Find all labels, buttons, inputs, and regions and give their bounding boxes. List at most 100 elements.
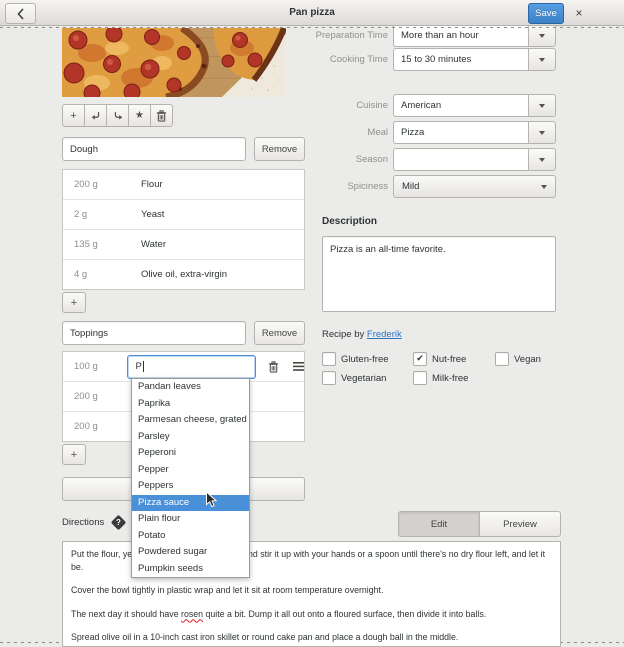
close-button[interactable]: × xyxy=(569,3,589,22)
autocomplete-item[interactable]: Peppers xyxy=(132,478,249,495)
ingredient-name: Water xyxy=(141,239,166,250)
rotate-right-button[interactable] xyxy=(107,104,129,127)
autocomplete-item[interactable]: Peperoni xyxy=(132,445,249,462)
edit-tab[interactable]: Edit xyxy=(398,511,480,537)
autocomplete-item[interactable]: Parsley xyxy=(132,429,249,446)
chevron-down-icon[interactable] xyxy=(528,94,556,117)
autocomplete-item[interactable]: Powdered sugar xyxy=(132,544,249,561)
ingredient-name: Flour xyxy=(141,179,163,190)
spiciness-combo[interactable]: Mild xyxy=(393,175,556,198)
combo-value: Pizza xyxy=(393,121,528,144)
ingredient-amount: 200 g xyxy=(63,179,131,190)
diet-checkbox-milk-free[interactable]: Milk-free xyxy=(413,371,468,385)
directions-paragraph: Cover the bowl tightly in plastic wrap a… xyxy=(71,584,552,597)
checkbox-box xyxy=(322,371,336,385)
recipe-photo[interactable] xyxy=(62,28,286,97)
directions-paragraph: The next day it should have rosen quite … xyxy=(71,608,552,621)
author-link[interactable]: Frederik xyxy=(367,329,402,340)
autocomplete-item[interactable]: Potato xyxy=(132,528,249,545)
dough-ingredients-list: 200 g Flour 2 g Yeast 135 g Water 4 g Ol… xyxy=(62,169,305,290)
dough-remove-button[interactable]: Remove xyxy=(254,137,305,161)
save-button[interactable]: Save xyxy=(528,3,564,24)
chevron-down-icon[interactable] xyxy=(528,148,556,171)
checkbox-box xyxy=(413,371,427,385)
autocomplete-item[interactable]: Pandan leaves xyxy=(132,379,249,396)
diet-checkbox-gluten-free[interactable]: Gluten-free xyxy=(322,352,389,366)
diet-checkbox-vegan[interactable]: Vegan xyxy=(495,352,541,366)
autocomplete-item[interactable]: Pepper xyxy=(132,462,249,479)
image-toolbar: + ★ xyxy=(62,104,173,127)
misspelled-word: rosen xyxy=(181,609,203,619)
ingredient-amount: 100 g xyxy=(63,361,127,372)
field-label: Season xyxy=(300,148,388,171)
combo-value xyxy=(393,148,528,171)
field-label: Spiciness xyxy=(300,175,388,198)
field-label: Cuisine xyxy=(300,94,388,117)
chevron-down-icon[interactable] xyxy=(528,121,556,144)
dough-title-input[interactable]: Dough xyxy=(62,137,246,161)
ingredient-amount: 2 g xyxy=(63,209,131,220)
checkbox-label: Vegetarian xyxy=(341,373,386,384)
field-label: Meal xyxy=(300,121,388,144)
chevron-left-icon xyxy=(16,7,26,21)
description-text: Pizza is an all-time favorite. xyxy=(330,244,446,255)
directions-paragraph: Spread olive oil in a 10-inch cast iron … xyxy=(71,631,552,644)
headerbar: Pan pizza Save × xyxy=(0,0,624,26)
description-textarea[interactable]: Pizza is an all-time favorite. xyxy=(322,236,556,312)
attribution-prefix: Recipe by xyxy=(322,329,367,340)
ingredient-amount: 4 g xyxy=(63,269,131,280)
ingredient-row[interactable]: 4 g Olive oil, extra-virgin xyxy=(63,259,304,289)
checkmark-icon: ✔ xyxy=(416,353,424,364)
ingredient-row-editing[interactable]: 100 g P xyxy=(63,352,304,381)
ingredient-row[interactable]: 135 g Water xyxy=(63,229,304,259)
meal-combo[interactable]: Pizza xyxy=(393,121,556,144)
attribution: Recipe by Frederik xyxy=(322,329,402,340)
toppings-title-input[interactable]: Toppings xyxy=(62,321,246,345)
autocomplete-item[interactable]: Pumpkin seeds xyxy=(132,561,249,578)
add-image-button[interactable]: + xyxy=(62,104,85,127)
description-label: Description xyxy=(322,216,377,227)
ingredient-name-input[interactable]: P xyxy=(127,355,256,379)
mouse-cursor xyxy=(205,491,218,509)
plus-icon: + xyxy=(71,449,77,461)
toppings-add-ingredient-button[interactable]: + xyxy=(62,444,86,465)
plus-icon: + xyxy=(71,297,77,309)
cuisine-combo[interactable]: American xyxy=(393,94,556,117)
drag-handle-icon[interactable] xyxy=(293,362,304,371)
checkbox-label: Nut-free xyxy=(432,354,466,365)
checkbox-box xyxy=(322,352,336,366)
plus-icon: + xyxy=(70,110,76,122)
delete-image-button[interactable] xyxy=(151,104,173,127)
close-icon: × xyxy=(575,6,582,20)
scroll-undershoot-top xyxy=(0,27,624,28)
field-label: Cooking Time xyxy=(300,48,388,71)
preview-tab[interactable]: Preview xyxy=(480,511,561,537)
default-image-button[interactable]: ★ xyxy=(129,104,151,127)
star-icon: ★ xyxy=(135,110,144,121)
ingredient-name: Yeast xyxy=(141,209,164,220)
help-icon[interactable]: ? xyxy=(111,515,127,531)
toppings-remove-button[interactable]: Remove xyxy=(254,321,305,345)
toppings-title-value: Toppings xyxy=(70,328,108,339)
cooking-time-combo[interactable]: 15 to 30 minutes xyxy=(393,48,556,71)
dough-add-ingredient-button[interactable]: + xyxy=(62,292,86,313)
ingredient-name: Olive oil, extra-virgin xyxy=(141,269,227,280)
diet-checkbox-vegetarian[interactable]: Vegetarian xyxy=(322,371,386,385)
autocomplete-item[interactable]: Parmesan cheese, grated xyxy=(132,412,249,429)
season-combo[interactable] xyxy=(393,148,556,171)
ingredient-amount: 200 g xyxy=(63,391,131,402)
diet-checkbox-nut-free[interactable]: ✔ Nut-free xyxy=(413,352,466,366)
checkbox-label: Milk-free xyxy=(432,373,468,384)
autocomplete-item[interactable]: Plain flour xyxy=(132,511,249,528)
chevron-down-icon[interactable] xyxy=(528,48,556,71)
back-button[interactable] xyxy=(5,3,36,24)
combo-value: Mild xyxy=(402,181,419,192)
ingredient-row[interactable]: 2 g Yeast xyxy=(63,199,304,229)
autocomplete-item[interactable]: Paprika xyxy=(132,396,249,413)
ingredient-row[interactable]: 200 g Flour xyxy=(63,170,304,199)
checkbox-label: Gluten-free xyxy=(341,354,389,365)
trash-icon[interactable] xyxy=(268,361,279,373)
rotate-left-button[interactable] xyxy=(85,104,107,127)
autocomplete-item-selected[interactable]: Pizza sauce xyxy=(132,495,249,512)
checkbox-box: ✔ xyxy=(413,352,427,366)
